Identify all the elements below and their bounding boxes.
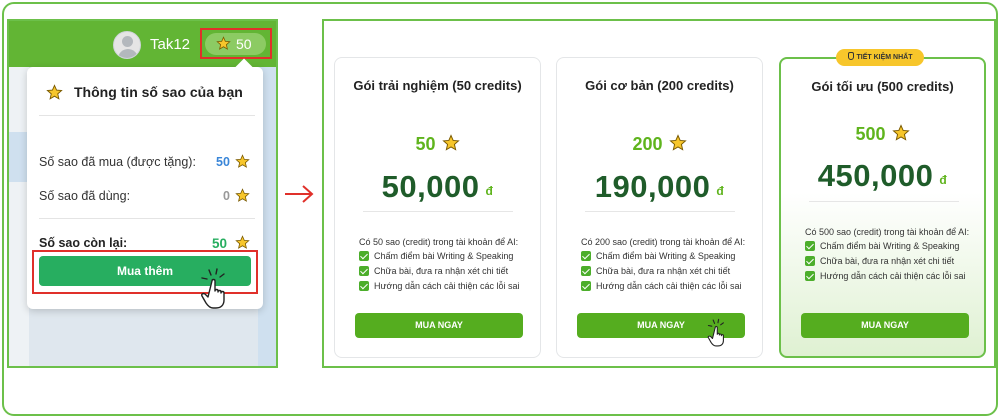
username[interactable]: Tak12 [150, 36, 190, 53]
plan-description: Có 50 sao (credit) trong tài khoản để AI… [359, 237, 519, 247]
plan-title: Gói cơ bản (200 credits) [585, 78, 734, 93]
plan-card-trial: Gói trải nghiệm (50 credits) 50 50,000 đ … [334, 57, 541, 358]
plan-feature: Chữa bài, đưa ra nhận xét chi tiết [359, 266, 508, 276]
checkbox-icon [359, 251, 369, 261]
divider [39, 115, 255, 116]
divider [363, 211, 513, 212]
plan-credits: 50 [335, 134, 540, 155]
hand-pointer-icon [201, 268, 225, 309]
star-icon [46, 84, 63, 100]
plan-description: Có 500 sao (credit) trong tài khoản để A… [805, 227, 970, 237]
plan-feature: Hướng dẫn cách cải thiện các lỗi sai [805, 271, 966, 281]
stars-remaining-label: Số sao còn lại: [39, 236, 128, 250]
sidebar-strip [9, 67, 29, 366]
buy-now-button[interactable]: MUA NGAY [801, 313, 969, 338]
arrow-right-icon [285, 185, 314, 203]
star-icon [441, 134, 460, 151]
plan-feature: Chấm điểm bài Writing & Speaking [581, 251, 735, 261]
plan-feature: Chấm điểm bài Writing & Speaking [805, 241, 959, 251]
popup-title: Thông tin số sao của bạn [74, 84, 243, 100]
plan-title: Gói tối ưu (500 credits) [811, 79, 954, 94]
plan-feature: Hướng dẫn cách cải thiện các lỗi sai [359, 281, 520, 291]
stars-bought-value: 50 [216, 155, 230, 169]
plan-credits: 200 [557, 134, 762, 155]
best-value-badge: TIẾT KIỆM NHẤT [836, 49, 924, 66]
checkbox-icon [359, 266, 369, 276]
stars-used-value: 0 [223, 189, 230, 203]
buy-now-button[interactable]: MUA NGAY [355, 313, 523, 338]
stars-used-label: Số sao đã dùng: [39, 189, 131, 203]
pricing-panel: Gói trải nghiệm (50 credits) 50 50,000 đ … [322, 19, 996, 368]
stars-bought-label: Số sao đã mua (được tặng): [39, 155, 196, 169]
avatar[interactable] [113, 31, 141, 59]
checkbox-icon [359, 281, 369, 291]
stars-remaining-value: 50 [212, 236, 228, 251]
divider [809, 201, 959, 202]
top-navbar: Tak12 50 [9, 21, 276, 67]
plan-feature: Chữa bài, đưa ra nhận xét chi tiết [805, 256, 954, 266]
user-star-panel: Tak12 50 Thông tin số sao của bạn Số sao… [7, 19, 278, 368]
plan-price: 190,000 đ [594, 169, 725, 204]
plan-card-basic: Gói cơ bản (200 credits) 200 190,000 đ Có… [556, 57, 763, 358]
plan-title: Gói trải nghiệm (50 credits) [353, 78, 522, 93]
star-icon [891, 124, 910, 141]
star-icon [235, 154, 250, 168]
plan-feature: Hướng dẫn cách cải thiện các lỗi sai [581, 281, 742, 291]
star-icon [668, 134, 687, 151]
checkbox-icon [581, 281, 591, 291]
divider [39, 218, 255, 219]
checkbox-icon [805, 256, 815, 266]
checkbox-icon [581, 266, 591, 276]
plan-price: 450,000 đ [817, 158, 948, 193]
plan-description: Có 200 sao (credit) trong tài khoản để A… [581, 237, 746, 247]
star-icon [235, 188, 250, 202]
star-icon [235, 235, 250, 249]
medal-icon [847, 52, 854, 60]
star-balance-highlight [200, 28, 272, 59]
star-info-popup: Thông tin số sao của bạn Số sao đã mua (… [27, 58, 263, 309]
plan-feature: Chấm điểm bài Writing & Speaking [359, 251, 513, 261]
divider [585, 211, 735, 212]
checkbox-icon [805, 241, 815, 251]
checkbox-icon [805, 271, 815, 281]
plan-price: 50,000 đ [381, 169, 494, 204]
plan-feature: Chữa bài, đưa ra nhận xét chi tiết [581, 266, 730, 276]
checkbox-icon [581, 251, 591, 261]
hand-pointer-icon [707, 318, 724, 347]
plan-credits: 500 [781, 124, 984, 145]
plan-card-optimal: Gói tối ưu (500 credits) 500 450,000 đ Có… [779, 57, 986, 358]
